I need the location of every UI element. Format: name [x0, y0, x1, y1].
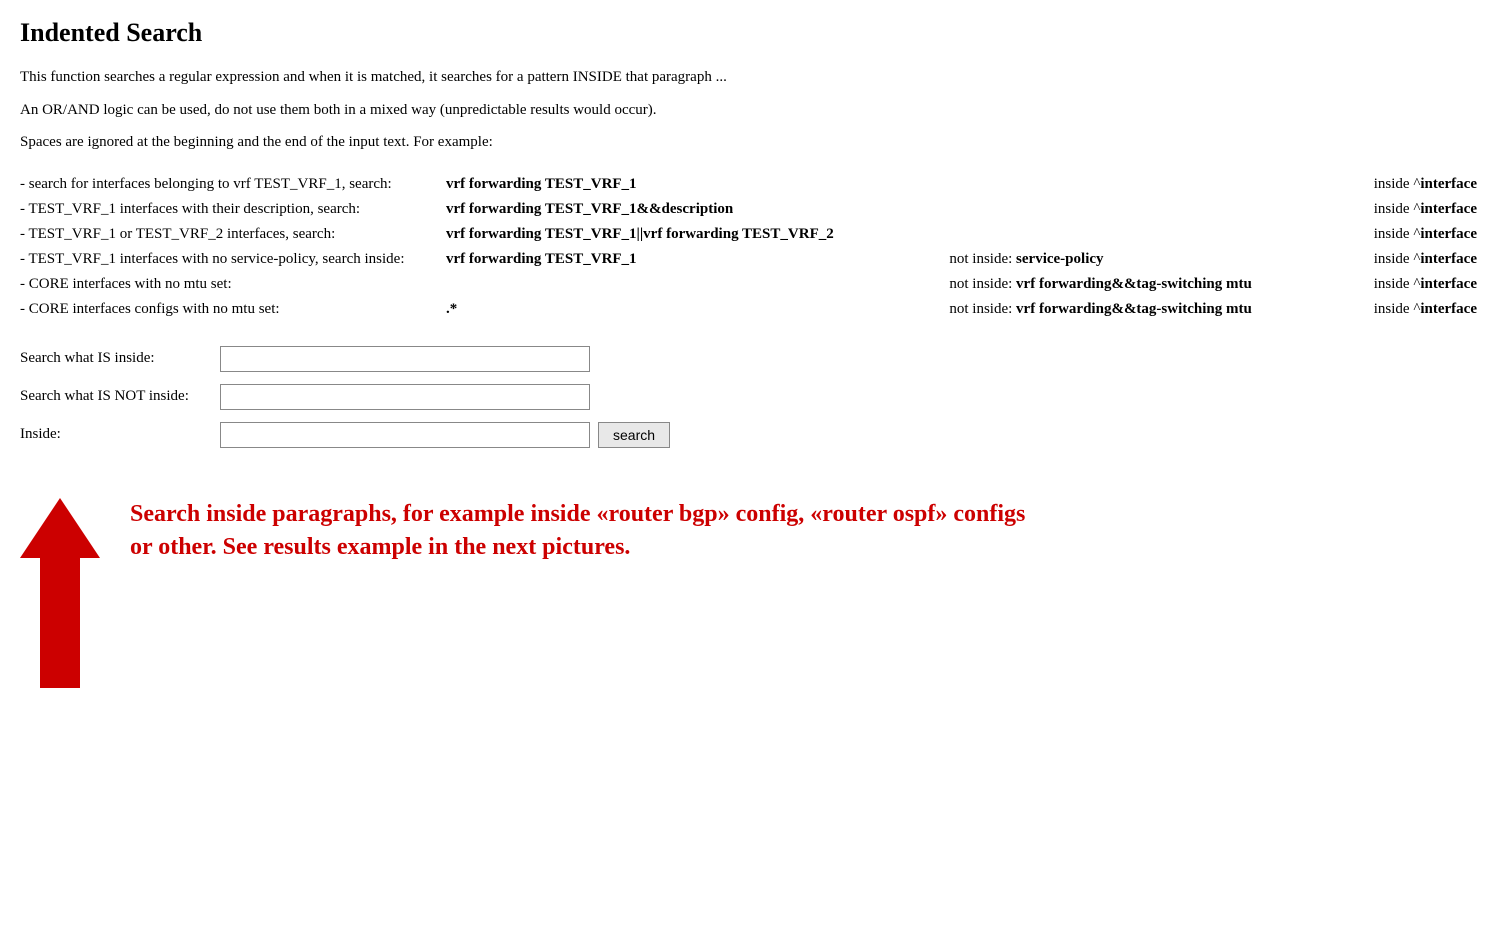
- example-inside: inside ^interface: [1339, 297, 1477, 322]
- inside-row: Inside: search: [20, 422, 1477, 448]
- examples-table: - search for interfaces belonging to vrf…: [20, 172, 1477, 322]
- table-row: - CORE interfaces with no mtu set: not in…: [20, 272, 1477, 297]
- description-2: An OR/AND logic can be used, do not use …: [20, 99, 1477, 122]
- search-is-inside-input[interactable]: [220, 346, 590, 372]
- example-label: - TEST_VRF_1 interfaces with no service-…: [20, 247, 440, 272]
- page-title: Indented Search: [20, 18, 1477, 48]
- example-search: vrf forwarding TEST_VRF_1&&description: [440, 197, 943, 222]
- search-button[interactable]: search: [598, 422, 670, 448]
- inside-input[interactable]: [220, 422, 590, 448]
- search-not-inside-input[interactable]: [220, 384, 590, 410]
- example-search: vrf forwarding TEST_VRF_1: [440, 247, 943, 272]
- example-inside: inside ^interface: [1339, 222, 1477, 247]
- example-label: - CORE interfaces configs with no mtu se…: [20, 297, 440, 322]
- example-search: vrf forwarding TEST_VRF_1||vrf forwardin…: [440, 222, 943, 247]
- arrow-up-icon: [20, 498, 100, 558]
- example-not-inside: not inside: service-policy: [943, 247, 1339, 272]
- example-inside: inside ^interface: [1339, 272, 1477, 297]
- description-1: This function searches a regular express…: [20, 66, 1477, 89]
- example-inside: inside ^interface: [1339, 247, 1477, 272]
- arrow-up-container: [20, 488, 100, 688]
- inside-label: Inside:: [20, 426, 220, 443]
- table-row: - TEST_VRF_1 interfaces with their descr…: [20, 197, 1477, 222]
- search-is-inside-row: Search what IS inside:: [20, 346, 1477, 372]
- table-row: - CORE interfaces configs with no mtu se…: [20, 297, 1477, 322]
- search-not-inside-row: Search what IS NOT inside:: [20, 384, 1477, 410]
- example-search: vrf forwarding TEST_VRF_1: [440, 172, 943, 197]
- example-inside: inside ^interface: [1339, 197, 1477, 222]
- example-label: - TEST_VRF_1 or TEST_VRF_2 interfaces, s…: [20, 222, 440, 247]
- form-section: Search what IS inside: Search what IS NO…: [20, 346, 1477, 448]
- example-not-inside: [943, 197, 1339, 222]
- example-label: - CORE interfaces with no mtu set:: [20, 272, 440, 297]
- description-3: Spaces are ignored at the beginning and …: [20, 131, 1477, 154]
- example-label: - search for interfaces belonging to vrf…: [20, 172, 440, 197]
- bottom-text: Search inside paragraphs, for example in…: [130, 488, 1030, 565]
- example-search: [440, 272, 943, 297]
- search-not-inside-label: Search what IS NOT inside:: [20, 388, 220, 405]
- bottom-section: Search inside paragraphs, for example in…: [20, 488, 1477, 688]
- example-not-inside: [943, 172, 1339, 197]
- example-not-inside: not inside: vrf forwarding&&tag-switchin…: [943, 297, 1339, 322]
- table-row: - TEST_VRF_1 or TEST_VRF_2 interfaces, s…: [20, 222, 1477, 247]
- table-row: - search for interfaces belonging to vrf…: [20, 172, 1477, 197]
- arrow-shaft: [40, 558, 80, 688]
- table-row: - TEST_VRF_1 interfaces with no service-…: [20, 247, 1477, 272]
- example-label: - TEST_VRF_1 interfaces with their descr…: [20, 197, 440, 222]
- example-search: .*: [440, 297, 943, 322]
- example-inside: inside ^interface: [1339, 172, 1477, 197]
- example-not-inside: not inside: vrf forwarding&&tag-switchin…: [943, 272, 1339, 297]
- example-not-inside: [943, 222, 1339, 247]
- search-is-inside-label: Search what IS inside:: [20, 350, 220, 367]
